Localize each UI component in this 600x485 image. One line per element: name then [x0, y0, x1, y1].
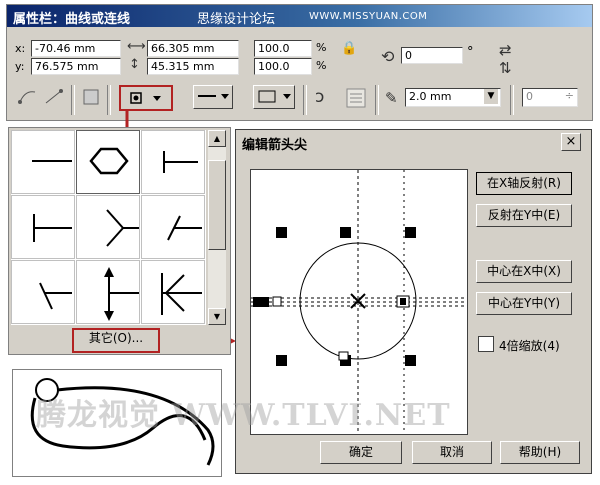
arrowhead-option[interactable]: [141, 130, 205, 194]
arrowhead-option-selected[interactable]: [76, 130, 140, 194]
help-button[interactable]: 帮助(H): [500, 441, 580, 464]
scroll-down-icon[interactable]: ▼: [208, 308, 226, 325]
mirror-x-axis-button[interactable]: 在X轴反射(R): [476, 172, 572, 195]
arrowhead-option[interactable]: [11, 260, 75, 324]
arrowhead-option[interactable]: [141, 195, 205, 259]
center-y-button[interactable]: 中心在Y中(Y): [476, 292, 572, 315]
arrowhead-option[interactable]: [141, 260, 205, 324]
watermark: 腾龙视觉 WWW.TLVI.NET: [36, 398, 451, 433]
scroll-thumb[interactable]: [208, 160, 226, 250]
center-x-button[interactable]: 中心在X中(X): [476, 260, 572, 283]
close-button[interactable]: ×: [561, 133, 581, 151]
cancel-button[interactable]: 取消: [412, 441, 492, 464]
arrowhead-grid: [11, 130, 206, 325]
arrowhead-option[interactable]: [76, 260, 140, 324]
arrowhead-option[interactable]: [76, 195, 140, 259]
arrowhead-picker: ▲ ▼ 其它(O)...: [8, 127, 231, 355]
dialog-titlebar: 编辑箭头尖 ×: [236, 130, 591, 154]
other-button[interactable]: 其它(O)...: [72, 328, 160, 353]
scroll-up-icon[interactable]: ▲: [208, 130, 226, 147]
dialog-title: 编辑箭头尖: [242, 138, 308, 153]
mirror-y-button[interactable]: 反射在Y中(E): [476, 204, 572, 227]
arrowhead-option[interactable]: [11, 195, 75, 259]
picker-scrollbar[interactable]: ▲ ▼: [208, 130, 226, 325]
arrowhead-option[interactable]: [11, 130, 75, 194]
scale-4x-checkbox[interactable]: [478, 336, 494, 352]
scale-4x-label: 4倍缩放(4): [499, 339, 560, 353]
ok-button[interactable]: 确定: [320, 441, 402, 464]
